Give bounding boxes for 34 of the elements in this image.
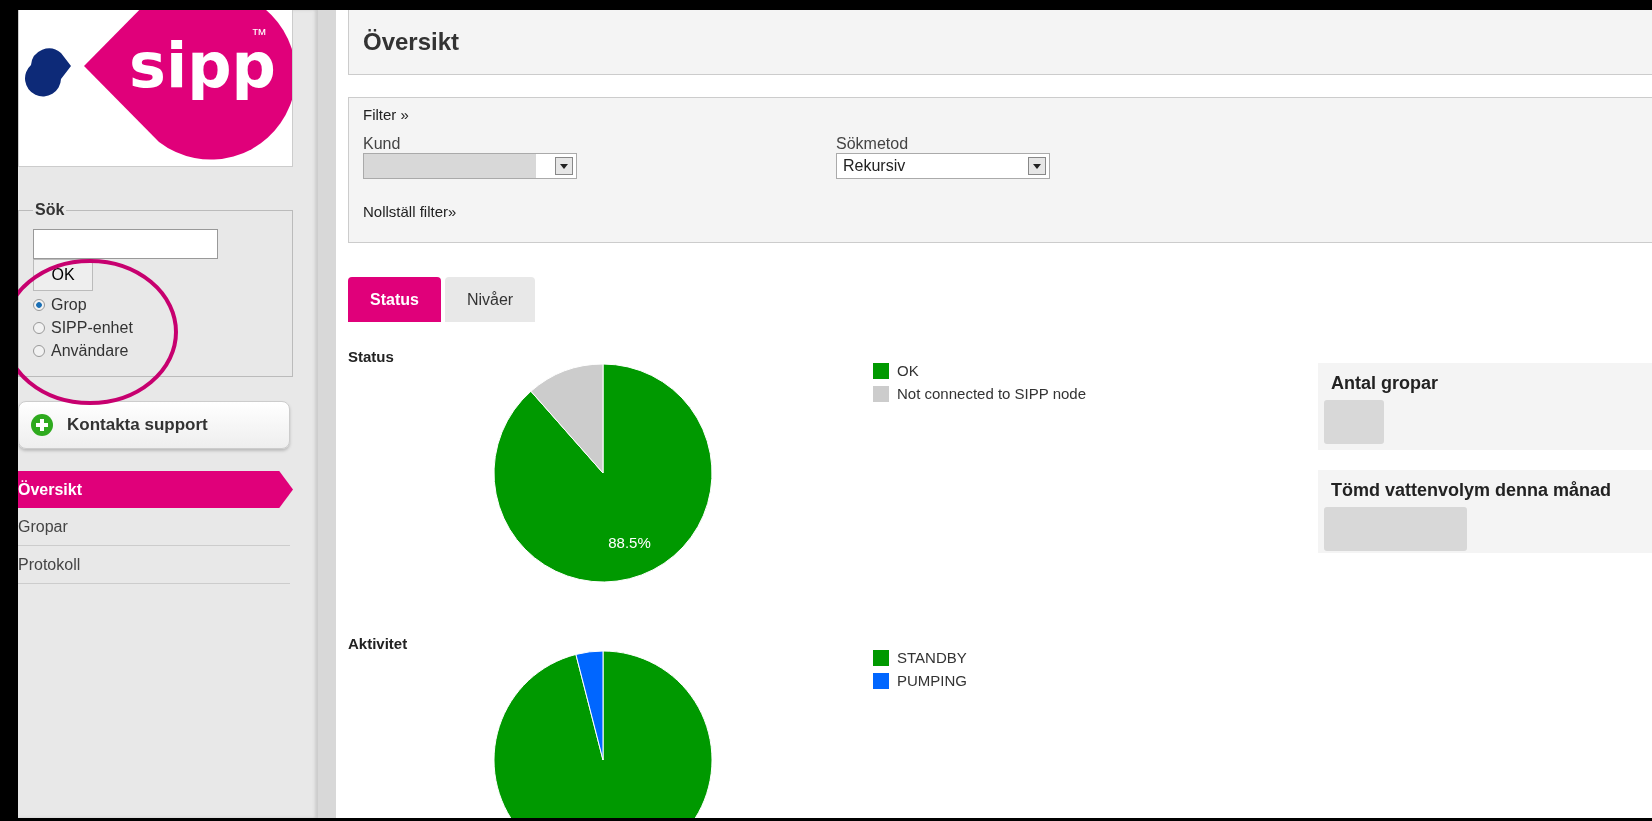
radio-button[interactable] (33, 298, 45, 311)
legend-label: Not connected to SIPP node (897, 385, 1087, 402)
chart-title: Aktivitet (348, 635, 409, 652)
support-button[interactable]: Kontakta support (18, 401, 290, 449)
slice-label: 88.5% (608, 534, 651, 552)
legend-label: OK (897, 362, 919, 379)
legend-label: PUMPING (897, 672, 967, 689)
redacted-block (1324, 400, 1384, 444)
page-title: Översikt (363, 28, 460, 56)
nav-item[interactable]: Protokoll (18, 546, 290, 584)
nav-item[interactable]: Översikt (18, 471, 293, 508)
radio-button[interactable] (33, 344, 45, 357)
radio-button[interactable] (33, 321, 45, 334)
reset-filter-link[interactable]: Nollställ filter» (363, 203, 1638, 220)
radio-label: SIPP-enhet (51, 318, 133, 337)
tab[interactable]: Nivåer (444, 277, 536, 322)
chart-title: Status (348, 348, 395, 365)
card-title: Tömd vattenvolym denna månad (1331, 480, 1613, 501)
select-field[interactable]: Rekursiv (836, 153, 1050, 179)
nav-item[interactable]: Gropar (18, 508, 290, 546)
field-label: Sökmetod (836, 135, 910, 153)
filter-toggle[interactable]: Filter » (363, 106, 1638, 123)
search-legend: Sök (33, 201, 67, 219)
plus-icon (31, 414, 53, 436)
search-field[interactable] (33, 229, 218, 259)
caret-icon (555, 157, 573, 175)
card-title: Antal gropar (1331, 373, 1439, 394)
radio-label: Användare (51, 341, 129, 360)
caret-icon (1028, 157, 1046, 175)
legend-label: STANDBY (897, 649, 967, 666)
tab[interactable]: Status (348, 277, 441, 322)
field-label: Kund (363, 135, 402, 153)
radio-label: Grop (51, 295, 87, 314)
select-field[interactable] (363, 153, 577, 179)
